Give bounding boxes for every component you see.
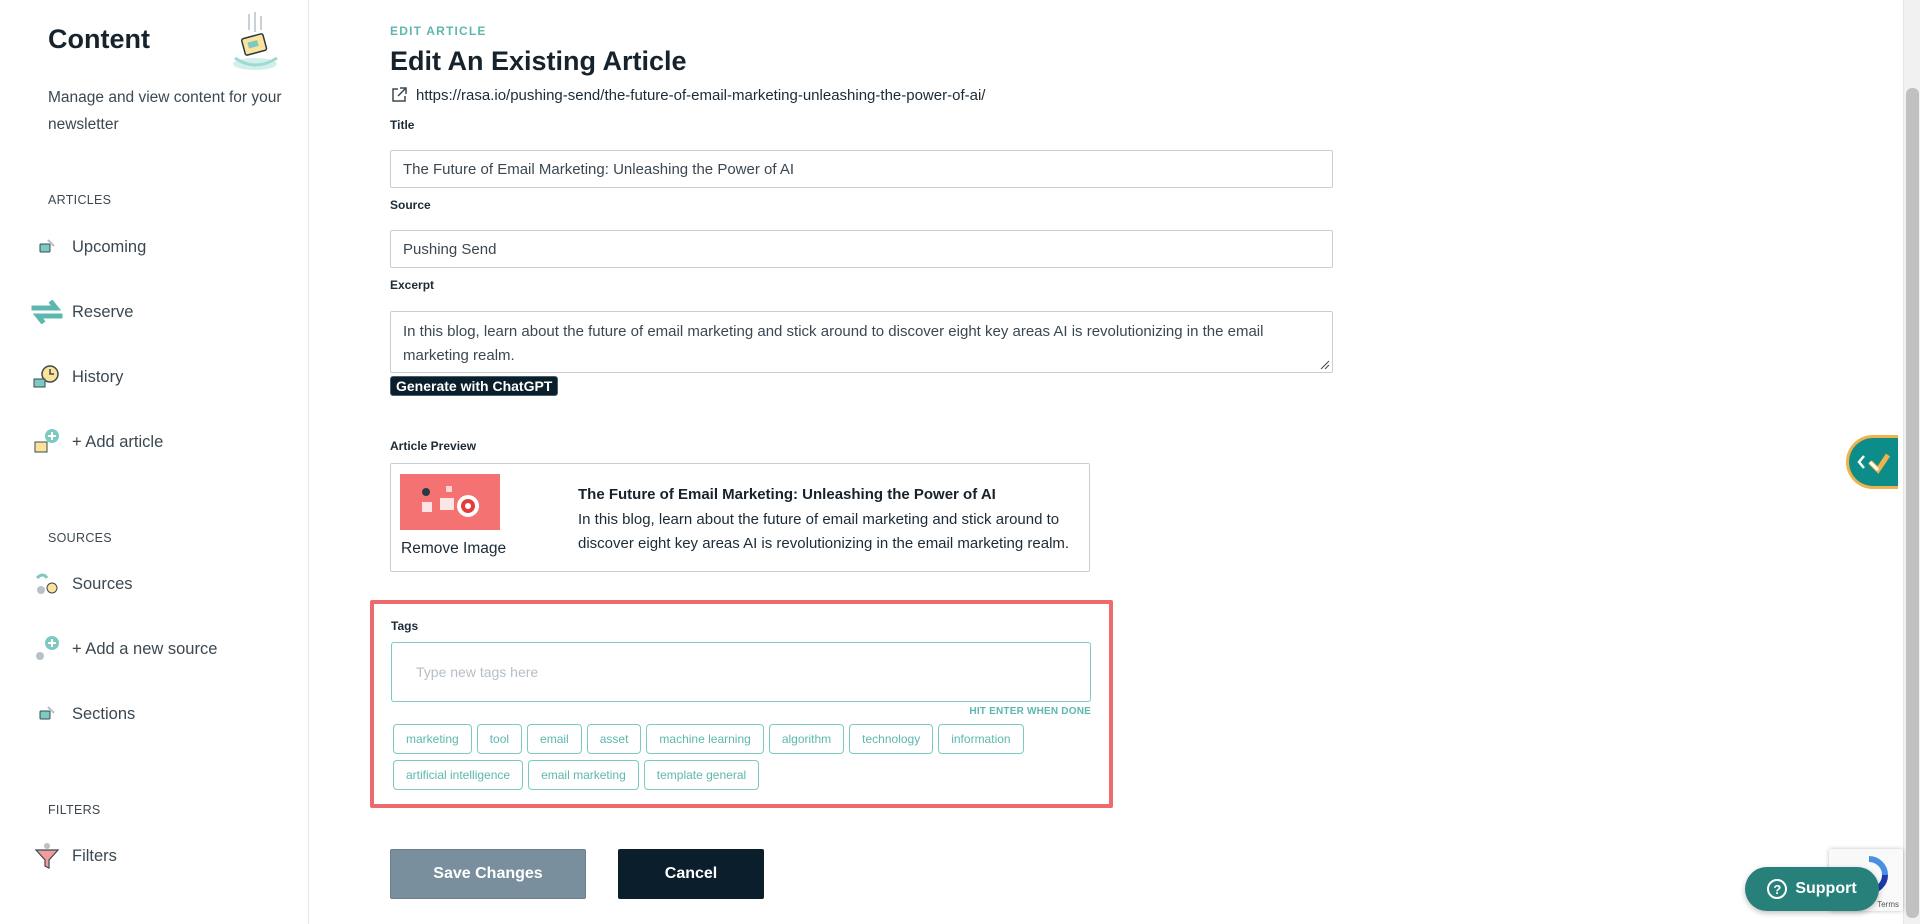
title-input[interactable]: The Future of Email Marketing: Unleashin…	[390, 150, 1333, 188]
recaptcha-terms-link[interactable]: Terms	[1877, 900, 1899, 909]
sidebar-item-label: Sources	[72, 574, 133, 593]
tag-chip[interactable]: artificial intelligence	[393, 760, 524, 790]
sidebar-item-label: Sections	[72, 704, 136, 723]
sidebar-item-add-source[interactable]: + Add a new source	[30, 632, 217, 666]
source-label: Source	[390, 198, 431, 212]
scrollbar-thumb[interactable]	[1906, 88, 1919, 918]
tags-section: Tags Type new tags here HIT ENTER WHEN D…	[370, 600, 1113, 808]
remove-image-button[interactable]: Remove Image	[401, 540, 506, 558]
sources-icon	[30, 569, 64, 599]
page-eyebrow: EDIT ARTICLE	[390, 24, 487, 38]
content-illustration-icon	[233, 12, 278, 70]
excerpt-textarea[interactable]: In this blog, learn about the future of …	[390, 311, 1333, 373]
tags-label: Tags	[391, 619, 419, 633]
sidebar-item-label: History	[72, 367, 124, 386]
cancel-button[interactable]: Cancel	[618, 849, 764, 899]
sidebar-item-sources[interactable]: Sources	[30, 567, 133, 601]
sidebar-item-label: Reserve	[72, 302, 134, 321]
sidebar-item-sections[interactable]: Sections	[30, 697, 135, 731]
section-heading-articles: ARTICLES	[48, 193, 112, 207]
article-url: https://rasa.io/pushing-send/the-future-…	[416, 86, 986, 104]
tag-chip[interactable]: information	[938, 724, 1024, 754]
add-source-icon	[30, 634, 64, 664]
tag-chip[interactable]: technology	[849, 724, 934, 754]
upcoming-icon	[30, 232, 64, 262]
sidebar-item-upcoming[interactable]: Upcoming	[30, 230, 146, 264]
source-input[interactable]: Pushing Send	[390, 230, 1333, 268]
sidebar-description: Manage and view content for your newslet…	[48, 89, 282, 133]
floating-extension-widget[interactable]	[1846, 435, 1898, 489]
sidebar-item-history[interactable]: History	[30, 360, 123, 394]
save-changes-button[interactable]: Save Changes	[390, 849, 586, 899]
section-heading-filters: FILTERS	[48, 803, 101, 817]
tags-input[interactable]: Type new tags here	[391, 642, 1091, 702]
generate-with-chatgpt-button[interactable]: Generate with ChatGPT	[390, 376, 559, 396]
external-link-icon	[392, 87, 407, 102]
resize-grip-icon[interactable]	[1320, 360, 1330, 370]
sidebar-title: Content	[48, 24, 150, 54]
add-article-icon	[30, 427, 64, 457]
help-question-icon: ?	[1767, 879, 1788, 899]
preview-title: The Future of Email Marketing: Unleashin…	[578, 486, 996, 503]
tag-chip[interactable]: marketing	[393, 724, 472, 754]
chevron-left-icon	[1856, 453, 1890, 474]
sidebar-item-label: + Add a new source	[72, 639, 218, 658]
sidebar-item-label: Upcoming	[72, 237, 147, 256]
sidebar-item-filters[interactable]: Filters	[30, 839, 117, 873]
page-scrollbar[interactable]	[1903, 0, 1920, 924]
tags-hint: HIT ENTER WHEN DONE	[969, 706, 1091, 717]
history-icon	[30, 362, 64, 392]
tag-chip[interactable]: tool	[476, 724, 523, 754]
excerpt-text: In this blog, learn about the future of …	[403, 323, 1264, 364]
reserve-icon	[30, 297, 64, 327]
sidebar-item-add-article[interactable]: + Add article	[30, 425, 163, 459]
support-button[interactable]: ? Support	[1745, 867, 1879, 911]
excerpt-label: Excerpt	[390, 278, 435, 292]
section-heading-sources: SOURCES	[48, 531, 112, 545]
sidebar: Content Manage and view content for your…	[0, 0, 309, 924]
preview-excerpt: In this blog, learn about the future of …	[578, 511, 1070, 552]
title-label: Title	[390, 118, 415, 132]
page-title: Edit An Existing Article	[390, 46, 687, 76]
tag-chip[interactable]: template general	[643, 760, 760, 790]
tag-chip[interactable]: machine learning	[646, 724, 764, 754]
tag-chip[interactable]: algorithm	[768, 724, 845, 754]
edit-article-form: EDIT ARTICLE Edit An Existing Article ht…	[370, 0, 1890, 924]
sidebar-item-label: Filters	[72, 846, 117, 865]
article-url-link[interactable]: https://rasa.io/pushing-send/the-future-…	[390, 86, 985, 104]
tag-chip[interactable]: email	[527, 724, 582, 754]
support-label: Support	[1795, 880, 1857, 897]
tag-chip[interactable]: email marketing	[528, 760, 639, 790]
sidebar-item-label: + Add article	[72, 432, 164, 451]
article-preview-label: Article Preview	[390, 439, 477, 453]
article-preview-card: Remove Image The Future of Email Marketi…	[390, 463, 1090, 572]
sections-icon	[30, 699, 64, 729]
filter-funnel-icon	[30, 841, 64, 871]
sidebar-item-reserve[interactable]: Reserve	[30, 295, 133, 329]
tag-chip[interactable]: asset	[586, 724, 642, 754]
tag-list: marketing tool email asset machine learning a…	[393, 724, 1093, 790]
article-thumbnail	[400, 474, 500, 530]
